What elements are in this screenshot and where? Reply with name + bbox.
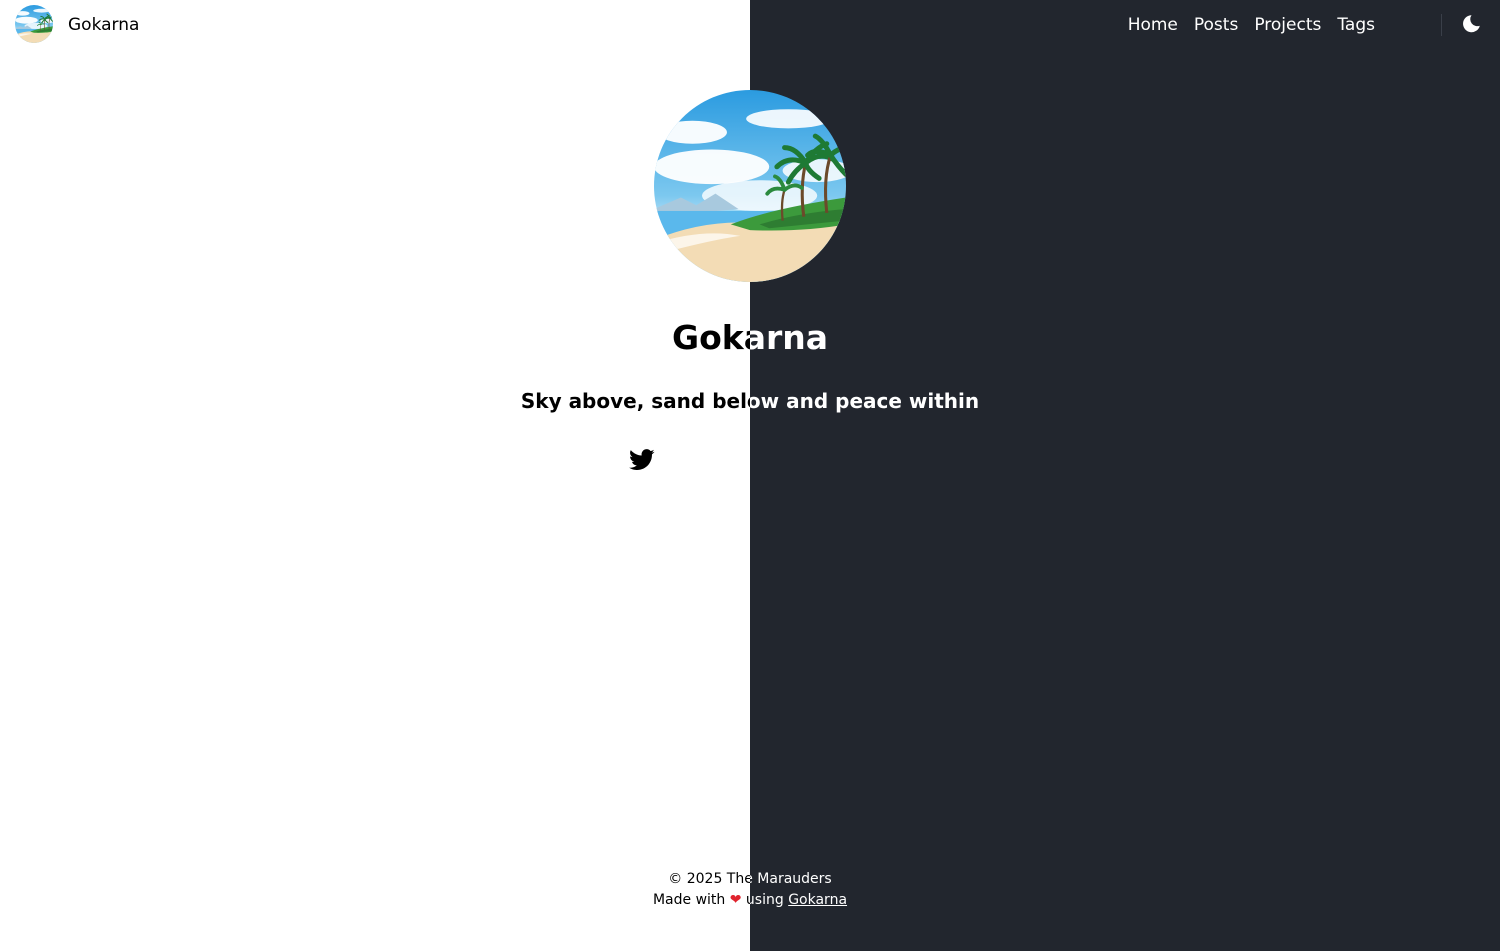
- hero-title: Gokarna: [671, 318, 750, 357]
- nav-tags[interactable]: Tags: [1337, 14, 1375, 36]
- nav-projects[interactable]: Projects: [1254, 14, 1321, 36]
- dark-theme-half: Gokarna Home Posts Projects Tags Gokarna…: [750, 0, 1500, 951]
- hero-title-dark: Gokarna: [750, 318, 828, 357]
- moon-icon[interactable]: [1461, 14, 1481, 34]
- gokarna-link[interactable]: Gokarna: [788, 892, 847, 908]
- nav-divider: [1441, 14, 1442, 36]
- hero-subtitle-dark: Sky above, sand below and peace within: [750, 389, 980, 413]
- main-nav-dark: Home Posts Projects Tags: [1128, 14, 1375, 36]
- nav-home[interactable]: Home: [1128, 14, 1178, 36]
- site-title[interactable]: Gokarna: [68, 14, 139, 36]
- footer-credit-dark: Made with ❤ using Gokarna: [750, 891, 1500, 909]
- site-logo[interactable]: [15, 5, 53, 43]
- heart-icon: ❤: [729, 892, 742, 908]
- footer-credit: Made with ❤ using Gokarna: [0, 891, 750, 909]
- hero-avatar: [654, 90, 750, 282]
- twitter-icon[interactable]: [629, 449, 655, 471]
- hero-avatar-dark: [750, 90, 846, 282]
- light-theme-half: Gokarna Home Posts Projects Tags Gokarna…: [0, 0, 750, 951]
- footer-copyright-dark: © 2025 The Marauders: [750, 871, 832, 887]
- made-with-text: Made with: [652, 892, 726, 908]
- using-text: using: [750, 892, 784, 908]
- nav-posts[interactable]: Posts: [1194, 14, 1238, 36]
- hero-subtitle: Sky above, sand below and peace within: [520, 389, 750, 413]
- footer-copyright: © 2025 The Marauders: [668, 871, 750, 887]
